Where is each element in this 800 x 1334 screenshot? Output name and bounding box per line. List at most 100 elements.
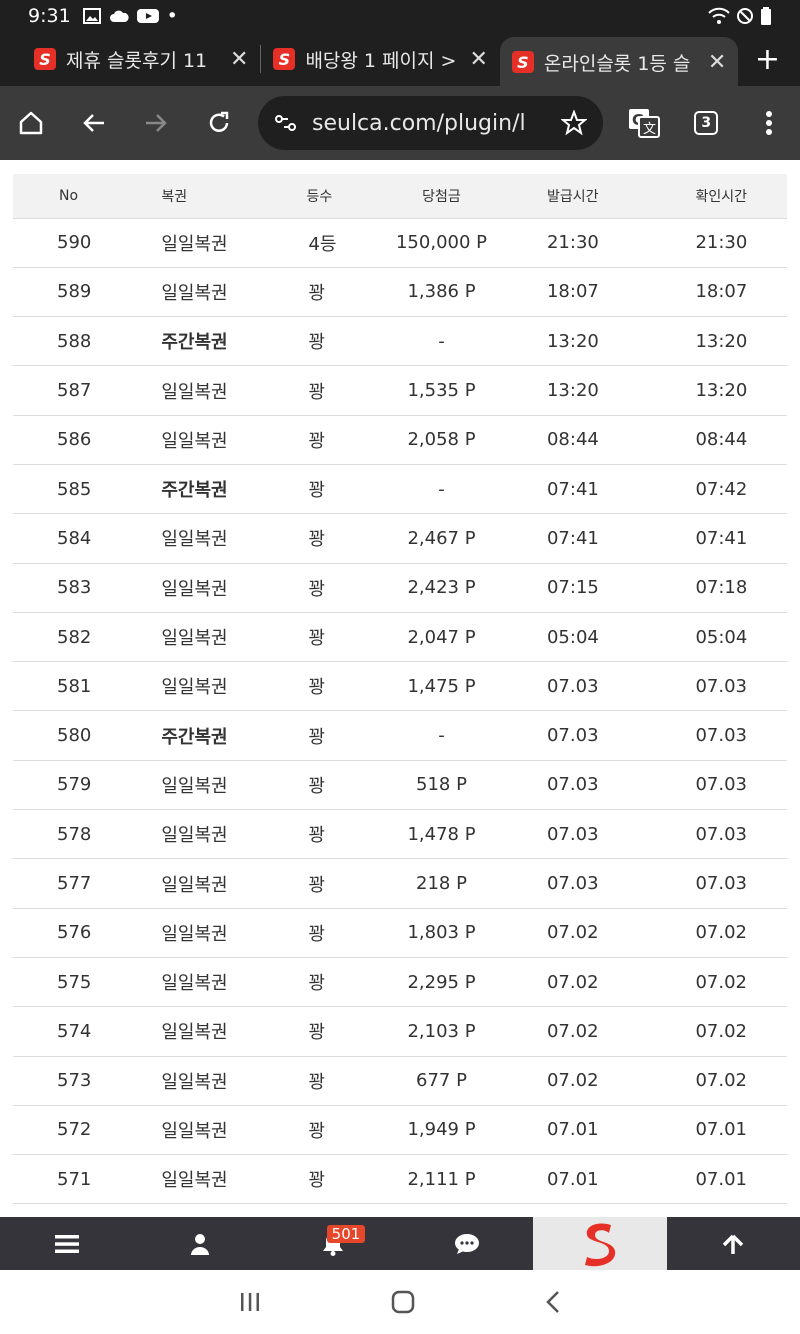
status-time: 9:31 bbox=[28, 5, 71, 27]
cell-issued-time: 13:20 bbox=[518, 365, 656, 416]
cell-prize: 1,386 P bbox=[364, 267, 519, 318]
svg-text:文: 文 bbox=[643, 122, 656, 137]
cell-issued-time: 07.02 bbox=[518, 1006, 656, 1057]
cell-lottery-type: 일일복권 bbox=[91, 365, 257, 416]
cell-no: 583 bbox=[13, 563, 92, 613]
cell-checked-time: 05:04 bbox=[655, 612, 787, 663]
cell-lottery-type: 일일복권 bbox=[91, 513, 257, 564]
cell-prize: 1,949 P bbox=[364, 1105, 519, 1156]
cell-lottery-type: 일일복권 bbox=[91, 1056, 257, 1106]
cell-prize: - bbox=[364, 710, 519, 761]
cell-prize: 1,475 P bbox=[364, 661, 519, 712]
cell-checked-time: 07.03 bbox=[655, 760, 787, 811]
cell-no: 579 bbox=[13, 760, 92, 811]
cell-no: 571 bbox=[13, 1154, 92, 1205]
cell-rank: 꽝 bbox=[256, 760, 365, 811]
menu-button[interactable] bbox=[0, 1217, 133, 1270]
cell-no: 574 bbox=[13, 1006, 92, 1057]
cell-rank: 꽝 bbox=[256, 710, 365, 761]
cell-prize: 1,803 P bbox=[364, 908, 519, 958]
cell-prize: 218 P bbox=[364, 858, 519, 909]
wifi-icon bbox=[708, 7, 730, 24]
header-no: No bbox=[13, 174, 92, 219]
cell-lottery-type: 일일복권 bbox=[91, 760, 257, 811]
cell-lottery-type: 주간복권 bbox=[91, 710, 257, 761]
translate-icon[interactable]: G文 bbox=[613, 108, 676, 138]
cell-rank: 꽝 bbox=[256, 1105, 365, 1156]
site-settings-icon[interactable] bbox=[274, 112, 298, 134]
cell-lottery-type: 일일복권 bbox=[91, 415, 257, 465]
table-row: 578 일일복권 꽝 1,478 P 07.03 07.03 bbox=[13, 809, 787, 860]
table-row: 577 일일복권 꽝 218 P 07.03 07.03 bbox=[13, 858, 787, 909]
tab-switcher-button[interactable]: 3 bbox=[675, 111, 738, 135]
recent-apps-icon[interactable] bbox=[239, 1291, 261, 1313]
cell-rank: 꽝 bbox=[256, 957, 365, 1008]
cell-checked-time: 08:44 bbox=[655, 415, 787, 465]
close-tab-icon[interactable]: ✕ bbox=[230, 47, 248, 72]
cell-prize: 518 P bbox=[364, 760, 519, 811]
cell-issued-time: 07.02 bbox=[518, 1056, 656, 1106]
site-favicon-icon: S bbox=[273, 48, 296, 70]
cell-checked-time: 07.02 bbox=[655, 957, 787, 1008]
cell-no: 581 bbox=[13, 661, 92, 712]
notifications-button[interactable]: 501 bbox=[267, 1217, 400, 1270]
cell-checked-time: 21:30 bbox=[655, 218, 787, 268]
close-tab-icon[interactable]: ✕ bbox=[469, 47, 487, 72]
close-tab-icon[interactable]: ✕ bbox=[708, 50, 726, 75]
table-row: 587 일일복권 꽝 1,535 P 13:20 13:20 bbox=[13, 365, 787, 416]
browser-tab-3-active[interactable]: S 온라인슬롯 1등 슬 ✕ bbox=[499, 37, 739, 87]
table-row: 574 일일복권 꽝 2,103 P 07.02 07.02 bbox=[13, 1006, 787, 1057]
cell-checked-time: 07.01 bbox=[655, 1154, 787, 1205]
cell-issued-time: 21:30 bbox=[518, 218, 656, 268]
lottery-history-table: No 복권 등수 당첨금 발급시간 확인시간 590 일일복권 4등 150,000 … bbox=[13, 174, 787, 1205]
cell-checked-time: 07.03 bbox=[655, 809, 787, 860]
table-header-row: No 복권 등수 당첨금 발급시간 확인시간 bbox=[13, 174, 787, 219]
browser-tab-2[interactable]: S 배당왕 1 페이지 > ✕ bbox=[261, 35, 499, 83]
cell-issued-time: 07:41 bbox=[518, 464, 656, 515]
cell-issued-time: 07.01 bbox=[518, 1154, 656, 1205]
tab-title: 제휴 슬롯후기 11 bbox=[66, 49, 208, 72]
status-notification-icons: • bbox=[82, 5, 178, 27]
cell-lottery-type: 일일복권 bbox=[91, 858, 257, 909]
menu-icon bbox=[54, 1234, 79, 1253]
cell-rank: 꽝 bbox=[256, 563, 365, 613]
cell-lottery-type: 일일복권 bbox=[91, 267, 257, 318]
forward-arrow-icon[interactable] bbox=[125, 109, 188, 137]
user-button[interactable] bbox=[133, 1217, 266, 1270]
back-button-icon[interactable] bbox=[545, 1290, 561, 1314]
home-button-icon[interactable] bbox=[391, 1290, 415, 1314]
site-logo-button[interactable] bbox=[533, 1217, 667, 1270]
url-text[interactable]: seulca.com/plugin/l bbox=[312, 111, 561, 136]
new-tab-plus-icon[interactable]: + bbox=[755, 42, 780, 77]
cell-prize: - bbox=[364, 316, 519, 367]
cell-prize: - bbox=[364, 464, 519, 515]
cell-prize: 2,467 P bbox=[364, 513, 519, 564]
cell-no: 587 bbox=[13, 365, 92, 416]
back-arrow-icon[interactable] bbox=[63, 109, 126, 137]
cell-issued-time: 08:44 bbox=[518, 415, 656, 465]
address-bar[interactable]: seulca.com/plugin/l bbox=[258, 96, 603, 150]
cell-checked-time: 07:42 bbox=[655, 464, 787, 515]
scroll-top-button[interactable] bbox=[667, 1217, 800, 1270]
table-row: 586 일일복권 꽝 2,058 P 08:44 08:44 bbox=[13, 415, 787, 465]
cell-prize: 1,478 P bbox=[364, 809, 519, 860]
cell-no: 584 bbox=[13, 513, 92, 564]
reload-icon[interactable] bbox=[188, 109, 251, 137]
more-options-icon[interactable] bbox=[738, 110, 800, 136]
table-row: 590 일일복권 4등 150,000 P 21:30 21:30 bbox=[13, 218, 787, 268]
site-favicon-icon: S bbox=[511, 51, 534, 73]
table-row: 579 일일복권 꽝 518 P 07.03 07.03 bbox=[13, 760, 787, 811]
cell-lottery-type: 일일복권 bbox=[91, 1154, 257, 1205]
cell-issued-time: 18:07 bbox=[518, 267, 656, 318]
home-icon[interactable] bbox=[0, 109, 63, 137]
cell-issued-time: 05:04 bbox=[518, 612, 656, 663]
bookmark-star-icon[interactable] bbox=[560, 110, 587, 136]
tab-title: 온라인슬롯 1등 슬 bbox=[543, 52, 691, 75]
cell-lottery-type: 일일복권 bbox=[91, 612, 257, 663]
chat-button[interactable] bbox=[400, 1217, 533, 1270]
browser-tab-1[interactable]: S 제휴 슬롯후기 11 ✕ bbox=[22, 35, 260, 83]
status-system-icons bbox=[708, 7, 772, 25]
cell-rank: 꽝 bbox=[256, 908, 365, 958]
browser-toolbar: seulca.com/plugin/l G文 3 bbox=[0, 86, 800, 160]
cell-no: 580 bbox=[13, 710, 92, 761]
